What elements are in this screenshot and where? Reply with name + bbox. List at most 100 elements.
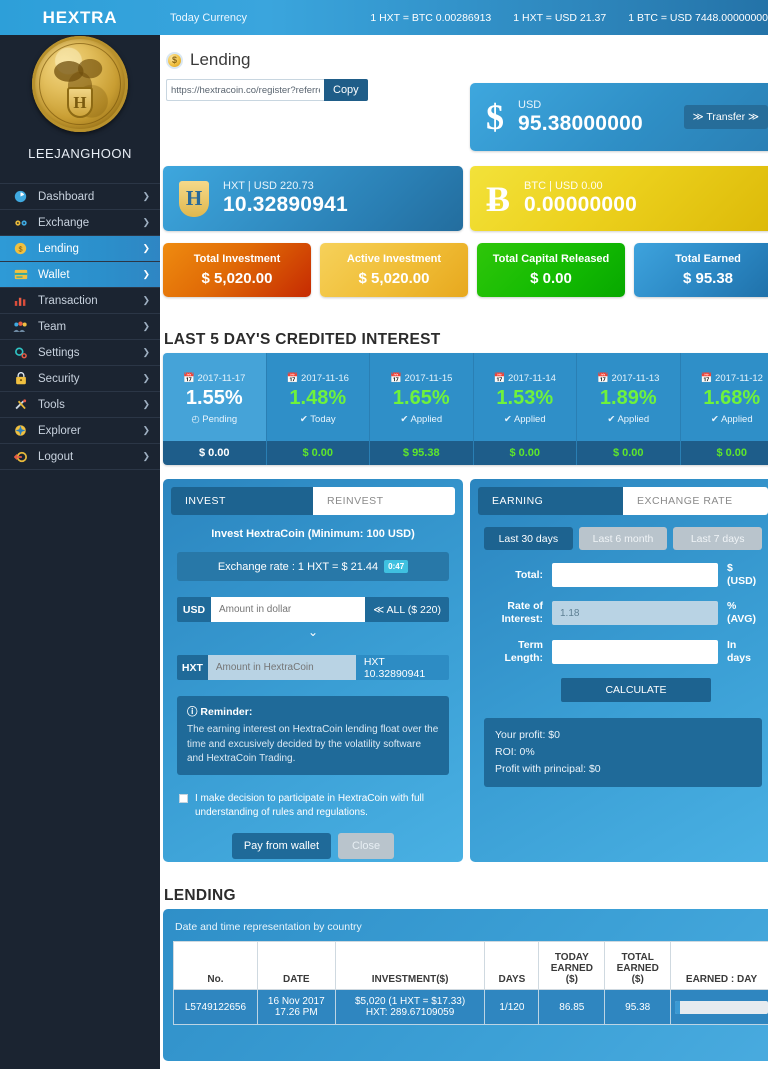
sidebar-item-label: Security xyxy=(38,372,80,385)
calendar-icon: 📅 xyxy=(286,372,299,384)
info-icon: ⓘ xyxy=(187,706,198,718)
interest-percent: 1.53% xyxy=(496,386,554,409)
cell-no: L5749122656 xyxy=(173,989,258,1025)
chevron-right-icon: ❯ xyxy=(142,347,150,357)
sidebar-item-label: Explorer xyxy=(38,424,81,437)
usd-wallet-card: $ USD 95.38000000 ≫ Transfer ≫ xyxy=(470,83,768,151)
hxt-amount-row: HXT HXT 10.32890941 xyxy=(177,655,449,680)
sidebar: H LEEJANGHOON Dashboard ❯ Exchange ❯ $ Lendin… xyxy=(0,0,160,1069)
lending-section-title: LENDING xyxy=(164,887,236,904)
sidebar-item-explorer[interactable]: Explorer ❯ xyxy=(0,418,160,444)
sidebar-nav: Dashboard ❯ Exchange ❯ $ Lending ❯ Wallet ❯ Trans… xyxy=(0,183,160,470)
all-amount-button[interactable]: ≪ ALL ($ 220) xyxy=(365,597,449,622)
clock-icon: ◴ xyxy=(191,413,200,425)
transfer-button[interactable]: ≫ Transfer ≫ xyxy=(683,105,768,129)
summary-card: Total Investment $ 5,020.00 xyxy=(163,243,311,297)
sidebar-item-tools[interactable]: Tools ❯ xyxy=(0,392,160,418)
sidebar-username: LEEJANGHOON xyxy=(28,146,132,161)
period-button[interactable]: Last 7 days xyxy=(673,527,763,550)
check-icon: ✔ xyxy=(503,413,512,425)
calculator-field-label: Rate of Interest: xyxy=(501,600,543,626)
tab-earning[interactable]: EARNING xyxy=(478,487,623,515)
check-icon: ✔ xyxy=(607,413,616,425)
tools-icon xyxy=(12,398,29,412)
bar-chart-icon xyxy=(12,294,29,308)
interest-percent: 1.48% xyxy=(289,386,347,409)
sidebar-item-dashboard[interactable]: Dashboard ❯ xyxy=(0,184,160,210)
chevron-down-icon: ⌄ xyxy=(307,625,319,639)
hxt-amount-input[interactable] xyxy=(207,655,356,680)
cell-today-earned: 86.85 xyxy=(538,989,606,1025)
lending-column-header: DAYS xyxy=(484,941,540,990)
exchange-icon xyxy=(12,216,29,230)
interest-date: 📅 2017-11-13 xyxy=(597,372,660,384)
calculator-field-input[interactable] xyxy=(552,563,718,588)
summary-card-title: Total Investment xyxy=(193,253,281,265)
brand-logo[interactable]: HEXTRA xyxy=(0,8,160,28)
cell-days: 1/120 xyxy=(484,989,540,1025)
calculator-field-row: Rate of Interest: % (AVG) xyxy=(484,600,762,626)
pay-from-wallet-button[interactable]: Pay from wallet xyxy=(231,832,332,859)
summary-card: Total Earned $ 95.38 xyxy=(634,243,768,297)
reminder-title: ⓘ Reminder: xyxy=(187,704,439,719)
svg-text:$: $ xyxy=(18,244,22,253)
interest-day-top: 📅 2017-11-15 1.65% ✔ Applied xyxy=(370,353,473,441)
agreement-label: I make decision to participate in Hextra… xyxy=(195,792,424,818)
hxt-wallet-card: H HXT | USD 220.73 10.32890941 xyxy=(163,166,463,231)
sidebar-item-label: Tools xyxy=(38,398,65,411)
interest-day-column: 📅 2017-11-17 1.55% ◴ Pending $ 0.00 xyxy=(163,353,267,465)
lending-table-header-row: No. DATE INVESTMENT($) DAYS TODAY EARNED ($) TO… xyxy=(173,941,768,990)
copy-button[interactable]: Copy xyxy=(324,79,368,101)
usd-amount-input[interactable] xyxy=(211,597,366,622)
sidebar-item-logout[interactable]: Logout ❯ xyxy=(0,444,160,470)
referral-url-input[interactable] xyxy=(166,79,324,101)
sidebar-item-wallet[interactable]: Wallet ❯ xyxy=(0,262,160,288)
calendar-icon: 📅 xyxy=(183,372,195,384)
interest-amount: $ 0.00 xyxy=(163,441,266,465)
tab-reinvest[interactable]: REINVEST xyxy=(313,487,455,515)
lending-column-header: No. xyxy=(173,941,258,990)
sidebar-item-label: Settings xyxy=(38,346,80,359)
btc-wallet-value: 0.00000000 xyxy=(524,193,637,216)
calculator-field-input[interactable] xyxy=(552,601,718,626)
table-row: L5749122656 16 Nov 2017 17.26 PM $5,020 (1 … xyxy=(173,989,768,1025)
earning-tabs: EARNING EXCHANGE RATE xyxy=(478,487,768,515)
calculate-button[interactable]: CALCULATE xyxy=(561,677,711,702)
interest-day-top: 📅 2017-11-12 1.68% ✔ Applied xyxy=(680,353,768,441)
interest-amount: $ 0.00 xyxy=(266,441,369,465)
summary-card-value: $ 95.38 xyxy=(682,270,734,287)
sidebar-item-label: Wallet xyxy=(38,268,70,281)
chevron-right-icon: ❯ xyxy=(142,295,150,305)
period-button[interactable]: Last 30 days xyxy=(484,527,573,550)
earning-panel: EARNING EXCHANGE RATE Last 30 days Last 6… xyxy=(470,479,768,862)
interest-date: 📅 2017-11-14 xyxy=(493,372,556,384)
wallet-icon xyxy=(12,268,29,282)
sidebar-item-team[interactable]: Team ❯ xyxy=(0,314,160,340)
calculator-fields: Total: $ (USD) Rate of Interest: % (AVG) Ter… xyxy=(478,562,768,665)
currency-rates: 1 HXT = BTC 0.00286913 1 HXT = USD 21.37… xyxy=(370,12,768,24)
sidebar-item-security[interactable]: Security ❯ xyxy=(0,366,160,392)
chevron-right-icon: ❯ xyxy=(142,399,150,409)
calculator-field-row: Term Length: In days xyxy=(484,639,762,665)
interest-date: 📅 2017-11-15 xyxy=(390,372,453,384)
interest-day-column: 📅 2017-11-14 1.53% ✔ Applied $ 0.00 xyxy=(473,353,577,465)
logout-icon xyxy=(12,450,29,464)
close-button[interactable]: Close xyxy=(338,832,395,859)
sidebar-item-exchange[interactable]: Exchange ❯ xyxy=(0,210,160,236)
agreement-checkbox[interactable] xyxy=(179,793,188,803)
calculator-field-input[interactable] xyxy=(552,639,718,664)
sidebar-item-label: Lending xyxy=(38,242,79,255)
interest-day-column: 📅 2017-11-15 1.65% ✔ Applied $ 95.38 xyxy=(370,353,474,465)
tab-invest[interactable]: INVEST xyxy=(171,487,313,515)
tab-exchange-rate[interactable]: EXCHANGE RATE xyxy=(623,487,768,515)
sidebar-item-lending[interactable]: $ Lending ❯ xyxy=(0,236,160,262)
sidebar-item-label: Logout xyxy=(38,450,74,463)
sidebar-item-settings[interactable]: Settings ❯ xyxy=(0,340,160,366)
invest-heading: Invest HextraCoin (Minimum: 100 USD) xyxy=(211,528,415,540)
period-button[interactable]: Last 6 month xyxy=(578,527,668,550)
interest-percent: 1.65% xyxy=(392,386,450,409)
sidebar-item-transaction[interactable]: Transaction ❯ xyxy=(0,288,160,314)
interest-date: 📅 2017-11-16 xyxy=(286,372,349,384)
summary-card-title: Active Investment xyxy=(346,253,442,265)
agreement-row[interactable]: I make decision to participate in Hextra… xyxy=(179,792,447,820)
